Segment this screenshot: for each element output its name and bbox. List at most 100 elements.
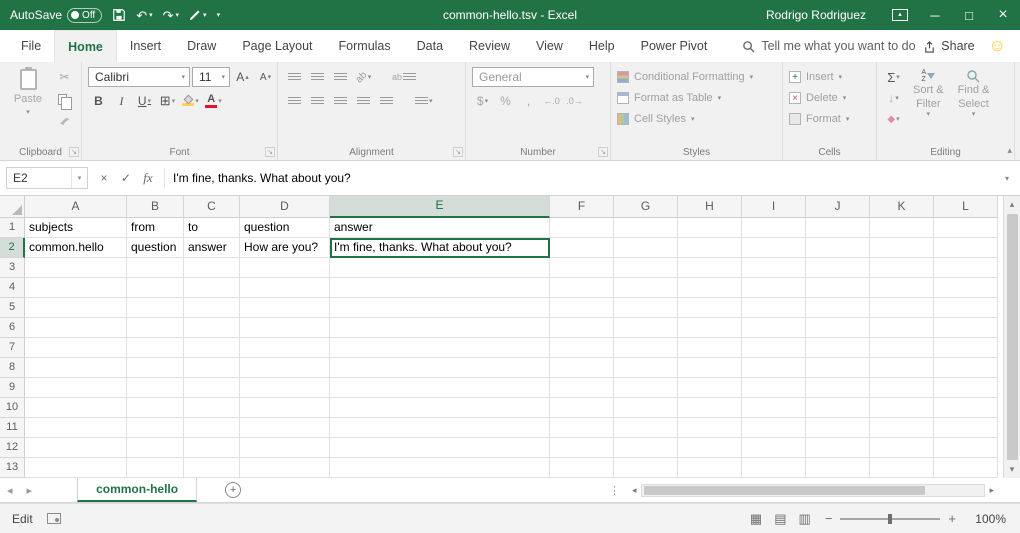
row-header-9[interactable]: 9 xyxy=(0,378,25,398)
percent-style-button[interactable]: % xyxy=(495,91,516,111)
cell-A10[interactable] xyxy=(25,398,127,418)
sort-filter-button[interactable]: AZ Sort & Filter ▾ xyxy=(908,67,949,143)
maximize-button[interactable]: □ xyxy=(952,0,986,30)
cell-E5[interactable] xyxy=(330,298,550,318)
autosum-button[interactable]: Σ▾ xyxy=(883,67,904,87)
decrease-decimal-button[interactable]: .0→ xyxy=(564,91,585,111)
row-header-3[interactable]: 3 xyxy=(0,258,25,278)
cell-C6[interactable] xyxy=(184,318,240,338)
row-header-13[interactable]: 13 xyxy=(0,458,25,478)
decrease-indent-button[interactable] xyxy=(353,91,374,111)
cell-J2[interactable] xyxy=(806,238,870,258)
cell-F8[interactable] xyxy=(550,358,614,378)
tab-formulas[interactable]: Formulas xyxy=(326,30,404,62)
formula-bar-expand-button[interactable]: ▾ xyxy=(998,174,1016,183)
scroll-up-button[interactable]: ▴ xyxy=(1004,196,1020,213)
column-header-K[interactable]: K xyxy=(870,196,934,218)
cell-G6[interactable] xyxy=(614,318,678,338)
fill-button[interactable]: ↓▾ xyxy=(883,88,904,108)
cell-E4[interactable] xyxy=(330,278,550,298)
cell-C12[interactable] xyxy=(184,438,240,458)
cell-G12[interactable] xyxy=(614,438,678,458)
cell-D7[interactable] xyxy=(240,338,330,358)
bold-button[interactable]: B xyxy=(88,91,109,111)
name-box[interactable]: E2 ▾ xyxy=(6,167,88,189)
cell-G5[interactable] xyxy=(614,298,678,318)
cell-H3[interactable] xyxy=(678,258,742,278)
cell-L10[interactable] xyxy=(934,398,998,418)
redo-button[interactable]: ↷▾ xyxy=(163,9,179,22)
cell-A6[interactable] xyxy=(25,318,127,338)
align-center-button[interactable] xyxy=(307,91,328,111)
cell-H2[interactable] xyxy=(678,238,742,258)
merge-center-button[interactable]: ▾ xyxy=(413,91,435,111)
cell-C3[interactable] xyxy=(184,258,240,278)
scroll-left-button[interactable]: ◂ xyxy=(628,485,641,496)
cell-H4[interactable] xyxy=(678,278,742,298)
row-header-12[interactable]: 12 xyxy=(0,438,25,458)
column-header-L[interactable]: L xyxy=(934,196,998,218)
cell-G8[interactable] xyxy=(614,358,678,378)
formula-input[interactable]: I'm fine, thanks. What about you? xyxy=(167,167,998,189)
cell-H10[interactable] xyxy=(678,398,742,418)
cell-H1[interactable] xyxy=(678,218,742,238)
cell-D13[interactable] xyxy=(240,458,330,478)
row-header-10[interactable]: 10 xyxy=(0,398,25,418)
cell-I13[interactable] xyxy=(742,458,806,478)
undo-button[interactable]: ↶▾ xyxy=(136,9,152,22)
borders-button[interactable]: ⊞▾ xyxy=(157,91,178,111)
align-middle-button[interactable] xyxy=(307,67,328,87)
cell-A13[interactable] xyxy=(25,458,127,478)
cell-D1[interactable]: question xyxy=(240,218,330,238)
tab-power-pivot[interactable]: Power Pivot xyxy=(628,30,721,62)
cell-H7[interactable] xyxy=(678,338,742,358)
row-header-2[interactable]: 2 xyxy=(0,238,25,258)
cell-L8[interactable] xyxy=(934,358,998,378)
cell-I7[interactable] xyxy=(742,338,806,358)
cell-L13[interactable] xyxy=(934,458,998,478)
cell-A5[interactable] xyxy=(25,298,127,318)
column-header-G[interactable]: G xyxy=(614,196,678,218)
cell-B9[interactable] xyxy=(127,378,184,398)
insert-cells-button[interactable]: Insert ▾ xyxy=(789,67,849,87)
cell-B7[interactable] xyxy=(127,338,184,358)
cell-I8[interactable] xyxy=(742,358,806,378)
cell-I2[interactable] xyxy=(742,238,806,258)
cell-J1[interactable] xyxy=(806,218,870,238)
zoom-out-button[interactable]: − xyxy=(825,511,833,526)
cell-C5[interactable] xyxy=(184,298,240,318)
tab-home[interactable]: Home xyxy=(54,30,117,62)
cell-G9[interactable] xyxy=(614,378,678,398)
autosave-toggle[interactable]: AutoSave Off xyxy=(10,8,102,23)
cell-L3[interactable] xyxy=(934,258,998,278)
font-dialog-launcher[interactable]: ↘ xyxy=(265,147,275,157)
cell-J12[interactable] xyxy=(806,438,870,458)
cell-E13[interactable] xyxy=(330,458,550,478)
cell-C10[interactable] xyxy=(184,398,240,418)
horizontal-scrollbar[interactable]: ◂ ▸ xyxy=(628,484,998,497)
close-button[interactable]: × xyxy=(986,0,1020,30)
horizontal-scroll-thumb[interactable] xyxy=(644,486,925,495)
cell-G4[interactable] xyxy=(614,278,678,298)
page-layout-view-button[interactable]: ▤ xyxy=(774,511,786,527)
cell-L6[interactable] xyxy=(934,318,998,338)
cell-L7[interactable] xyxy=(934,338,998,358)
cell-A9[interactable] xyxy=(25,378,127,398)
cell-K9[interactable] xyxy=(870,378,934,398)
cell-F1[interactable] xyxy=(550,218,614,238)
insert-function-button[interactable]: fx xyxy=(138,168,158,188)
paste-button[interactable]: Paste ▾ xyxy=(6,67,50,143)
cell-E3[interactable] xyxy=(330,258,550,278)
column-header-I[interactable]: I xyxy=(742,196,806,218)
cell-D2[interactable]: How are you? xyxy=(240,238,330,258)
cell-B13[interactable] xyxy=(127,458,184,478)
fill-color-button[interactable]: ▾ xyxy=(180,91,201,111)
column-header-J[interactable]: J xyxy=(806,196,870,218)
cell-F4[interactable] xyxy=(550,278,614,298)
font-name-select[interactable]: Calibri▾ xyxy=(88,67,190,87)
cell-H5[interactable] xyxy=(678,298,742,318)
cell-F5[interactable] xyxy=(550,298,614,318)
cell-I11[interactable] xyxy=(742,418,806,438)
tab-page-layout[interactable]: Page Layout xyxy=(229,30,325,62)
ribbon-display-options-button[interactable]: ▴ xyxy=(892,9,908,21)
